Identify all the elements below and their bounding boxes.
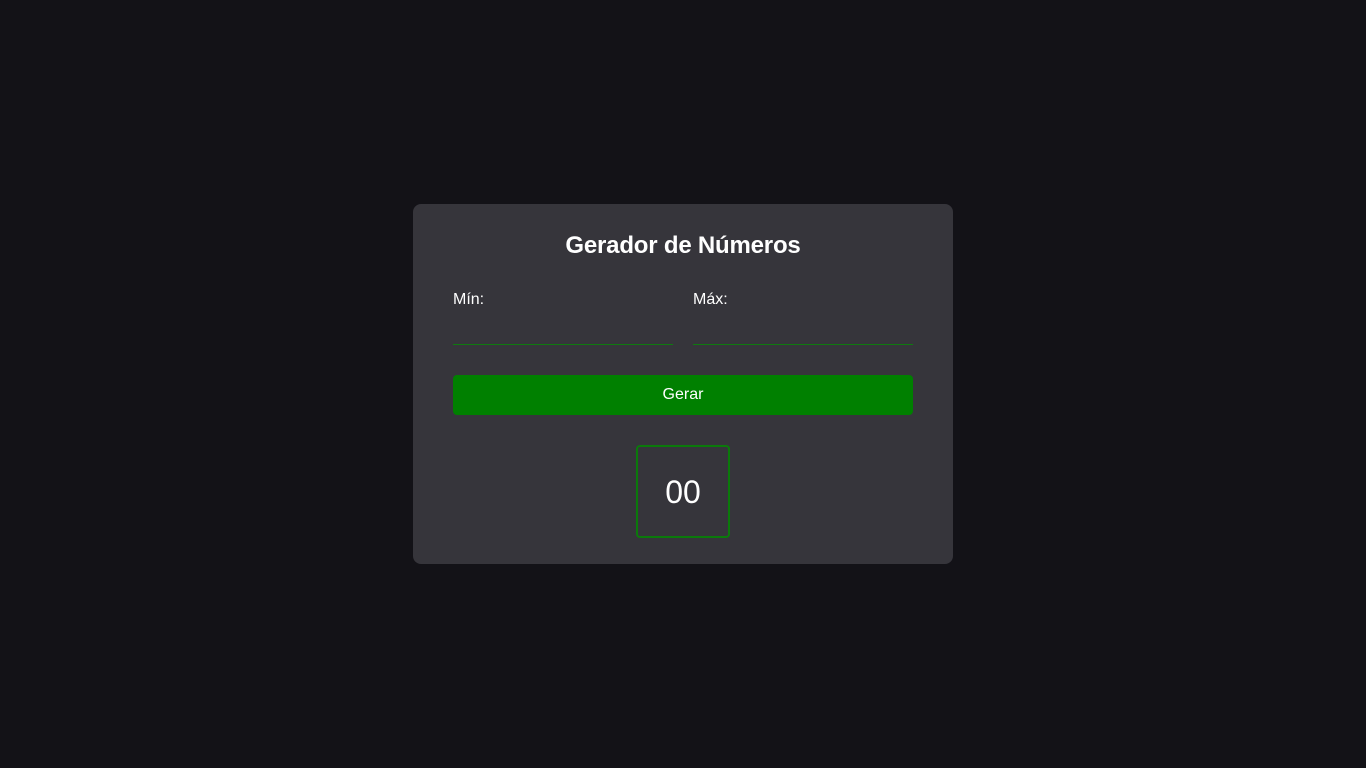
max-label: Máx:: [693, 291, 728, 308]
min-field: Mín:: [453, 290, 673, 345]
min-input[interactable]: [453, 324, 673, 345]
generator-card: Gerador de Números Mín: Máx: Gerar 00: [413, 204, 953, 564]
result-display: 00: [636, 445, 730, 538]
result-value: 00: [665, 473, 701, 510]
min-label: Mín:: [453, 291, 485, 308]
max-field: Máx:: [693, 290, 913, 345]
card-title: Gerador de Números: [565, 232, 801, 259]
range-fields: Mín: Máx:: [453, 290, 913, 345]
generate-button[interactable]: Gerar: [453, 375, 913, 415]
max-input[interactable]: [693, 324, 913, 345]
